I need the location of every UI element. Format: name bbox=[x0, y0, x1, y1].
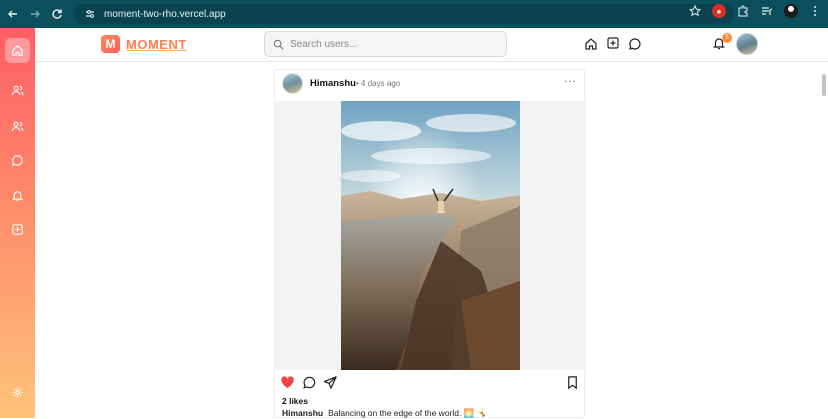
post-image[interactable] bbox=[341, 101, 520, 370]
users-alt-icon bbox=[11, 121, 24, 132]
bell-icon bbox=[11, 191, 24, 202]
left-sidebar bbox=[0, 28, 35, 418]
notification-badge: 5 bbox=[722, 33, 732, 43]
home-icon bbox=[12, 45, 23, 56]
sidebar-item-messages[interactable] bbox=[5, 148, 30, 173]
reload-icon bbox=[52, 9, 62, 19]
media-button[interactable] bbox=[760, 4, 774, 18]
users-icon bbox=[11, 85, 24, 96]
post-header: Himanshu • 4 days ago ··· bbox=[275, 70, 586, 100]
caption-text: Balancing on the edge of the world. 🌅 🤸 bbox=[328, 408, 488, 418]
reload-button[interactable] bbox=[48, 5, 66, 23]
browser-toolbar: moment-two-rho.vercel.app ● bbox=[0, 0, 828, 28]
bookmark-icon bbox=[568, 376, 577, 390]
chat-icon bbox=[12, 155, 23, 166]
post-more-button[interactable]: ··· bbox=[564, 76, 577, 87]
sidebar-item-followers[interactable] bbox=[5, 78, 30, 103]
post-caption: Himanshu Balancing on the edge of the wor… bbox=[282, 408, 487, 419]
logo-mark: M bbox=[101, 35, 120, 53]
caption-author[interactable]: Himanshu bbox=[282, 408, 323, 418]
arrow-right-icon bbox=[31, 10, 40, 18]
browser-menu-button[interactable] bbox=[808, 4, 822, 18]
user-avatar[interactable] bbox=[736, 33, 758, 55]
comment-icon bbox=[303, 376, 316, 389]
logo-text: MOMENT bbox=[126, 36, 187, 52]
media-queue-icon bbox=[762, 7, 773, 15]
header-home-button[interactable] bbox=[584, 37, 598, 51]
star-icon bbox=[689, 5, 701, 17]
sidebar-item-home[interactable] bbox=[5, 38, 30, 63]
post-author-avatar[interactable] bbox=[282, 73, 303, 94]
share-button[interactable] bbox=[323, 375, 338, 390]
like-count[interactable]: 2 likes bbox=[282, 396, 308, 406]
plus-square-icon bbox=[607, 37, 619, 49]
sidebar-item-following[interactable] bbox=[5, 114, 30, 139]
forward-button[interactable] bbox=[26, 5, 44, 23]
kebab-menu-icon bbox=[814, 6, 816, 16]
post-media bbox=[275, 101, 586, 370]
back-button[interactable] bbox=[4, 5, 22, 23]
extensions-button[interactable] bbox=[736, 4, 750, 18]
cliff-photo bbox=[341, 101, 520, 370]
save-button[interactable] bbox=[565, 375, 580, 390]
search-icon bbox=[273, 39, 284, 49]
app-header: M MOMENT 5 bbox=[35, 28, 828, 62]
comment-button[interactable] bbox=[302, 375, 317, 390]
sidebar-item-notifications[interactable] bbox=[5, 183, 30, 208]
chat-icon bbox=[629, 38, 641, 50]
post-author-name[interactable]: Himanshu bbox=[310, 78, 356, 89]
search-input[interactable] bbox=[290, 38, 490, 50]
like-button[interactable] bbox=[280, 375, 295, 390]
post-card: Himanshu • 4 days ago ··· 2 likes Himans… bbox=[274, 69, 586, 419]
plus-square-icon bbox=[12, 224, 23, 235]
sidebar-item-settings[interactable] bbox=[5, 380, 30, 405]
send-icon bbox=[323, 376, 337, 389]
bookmark-star-button[interactable] bbox=[688, 4, 702, 18]
search-box[interactable] bbox=[264, 31, 507, 57]
page-scrollbar[interactable] bbox=[822, 74, 826, 96]
header-create-button[interactable] bbox=[606, 36, 620, 50]
site-settings-icon[interactable] bbox=[84, 8, 96, 20]
gear-icon bbox=[12, 387, 23, 398]
arrow-left-icon bbox=[8, 10, 17, 18]
header-messages-button[interactable] bbox=[628, 37, 642, 51]
address-bar[interactable]: moment-two-rho.vercel.app bbox=[74, 4, 734, 24]
post-actions bbox=[275, 375, 586, 393]
app-logo[interactable]: M MOMENT bbox=[101, 35, 187, 53]
home-icon bbox=[585, 38, 597, 50]
puzzle-icon bbox=[738, 5, 748, 17]
sidebar-item-create[interactable] bbox=[5, 217, 30, 242]
post-timestamp: • 4 days ago bbox=[356, 79, 401, 88]
heart-icon bbox=[281, 376, 294, 389]
extension-icon[interactable]: ● bbox=[712, 4, 726, 18]
url-text: moment-two-rho.vercel.app bbox=[104, 8, 226, 20]
browser-profile-avatar[interactable] bbox=[784, 4, 798, 18]
